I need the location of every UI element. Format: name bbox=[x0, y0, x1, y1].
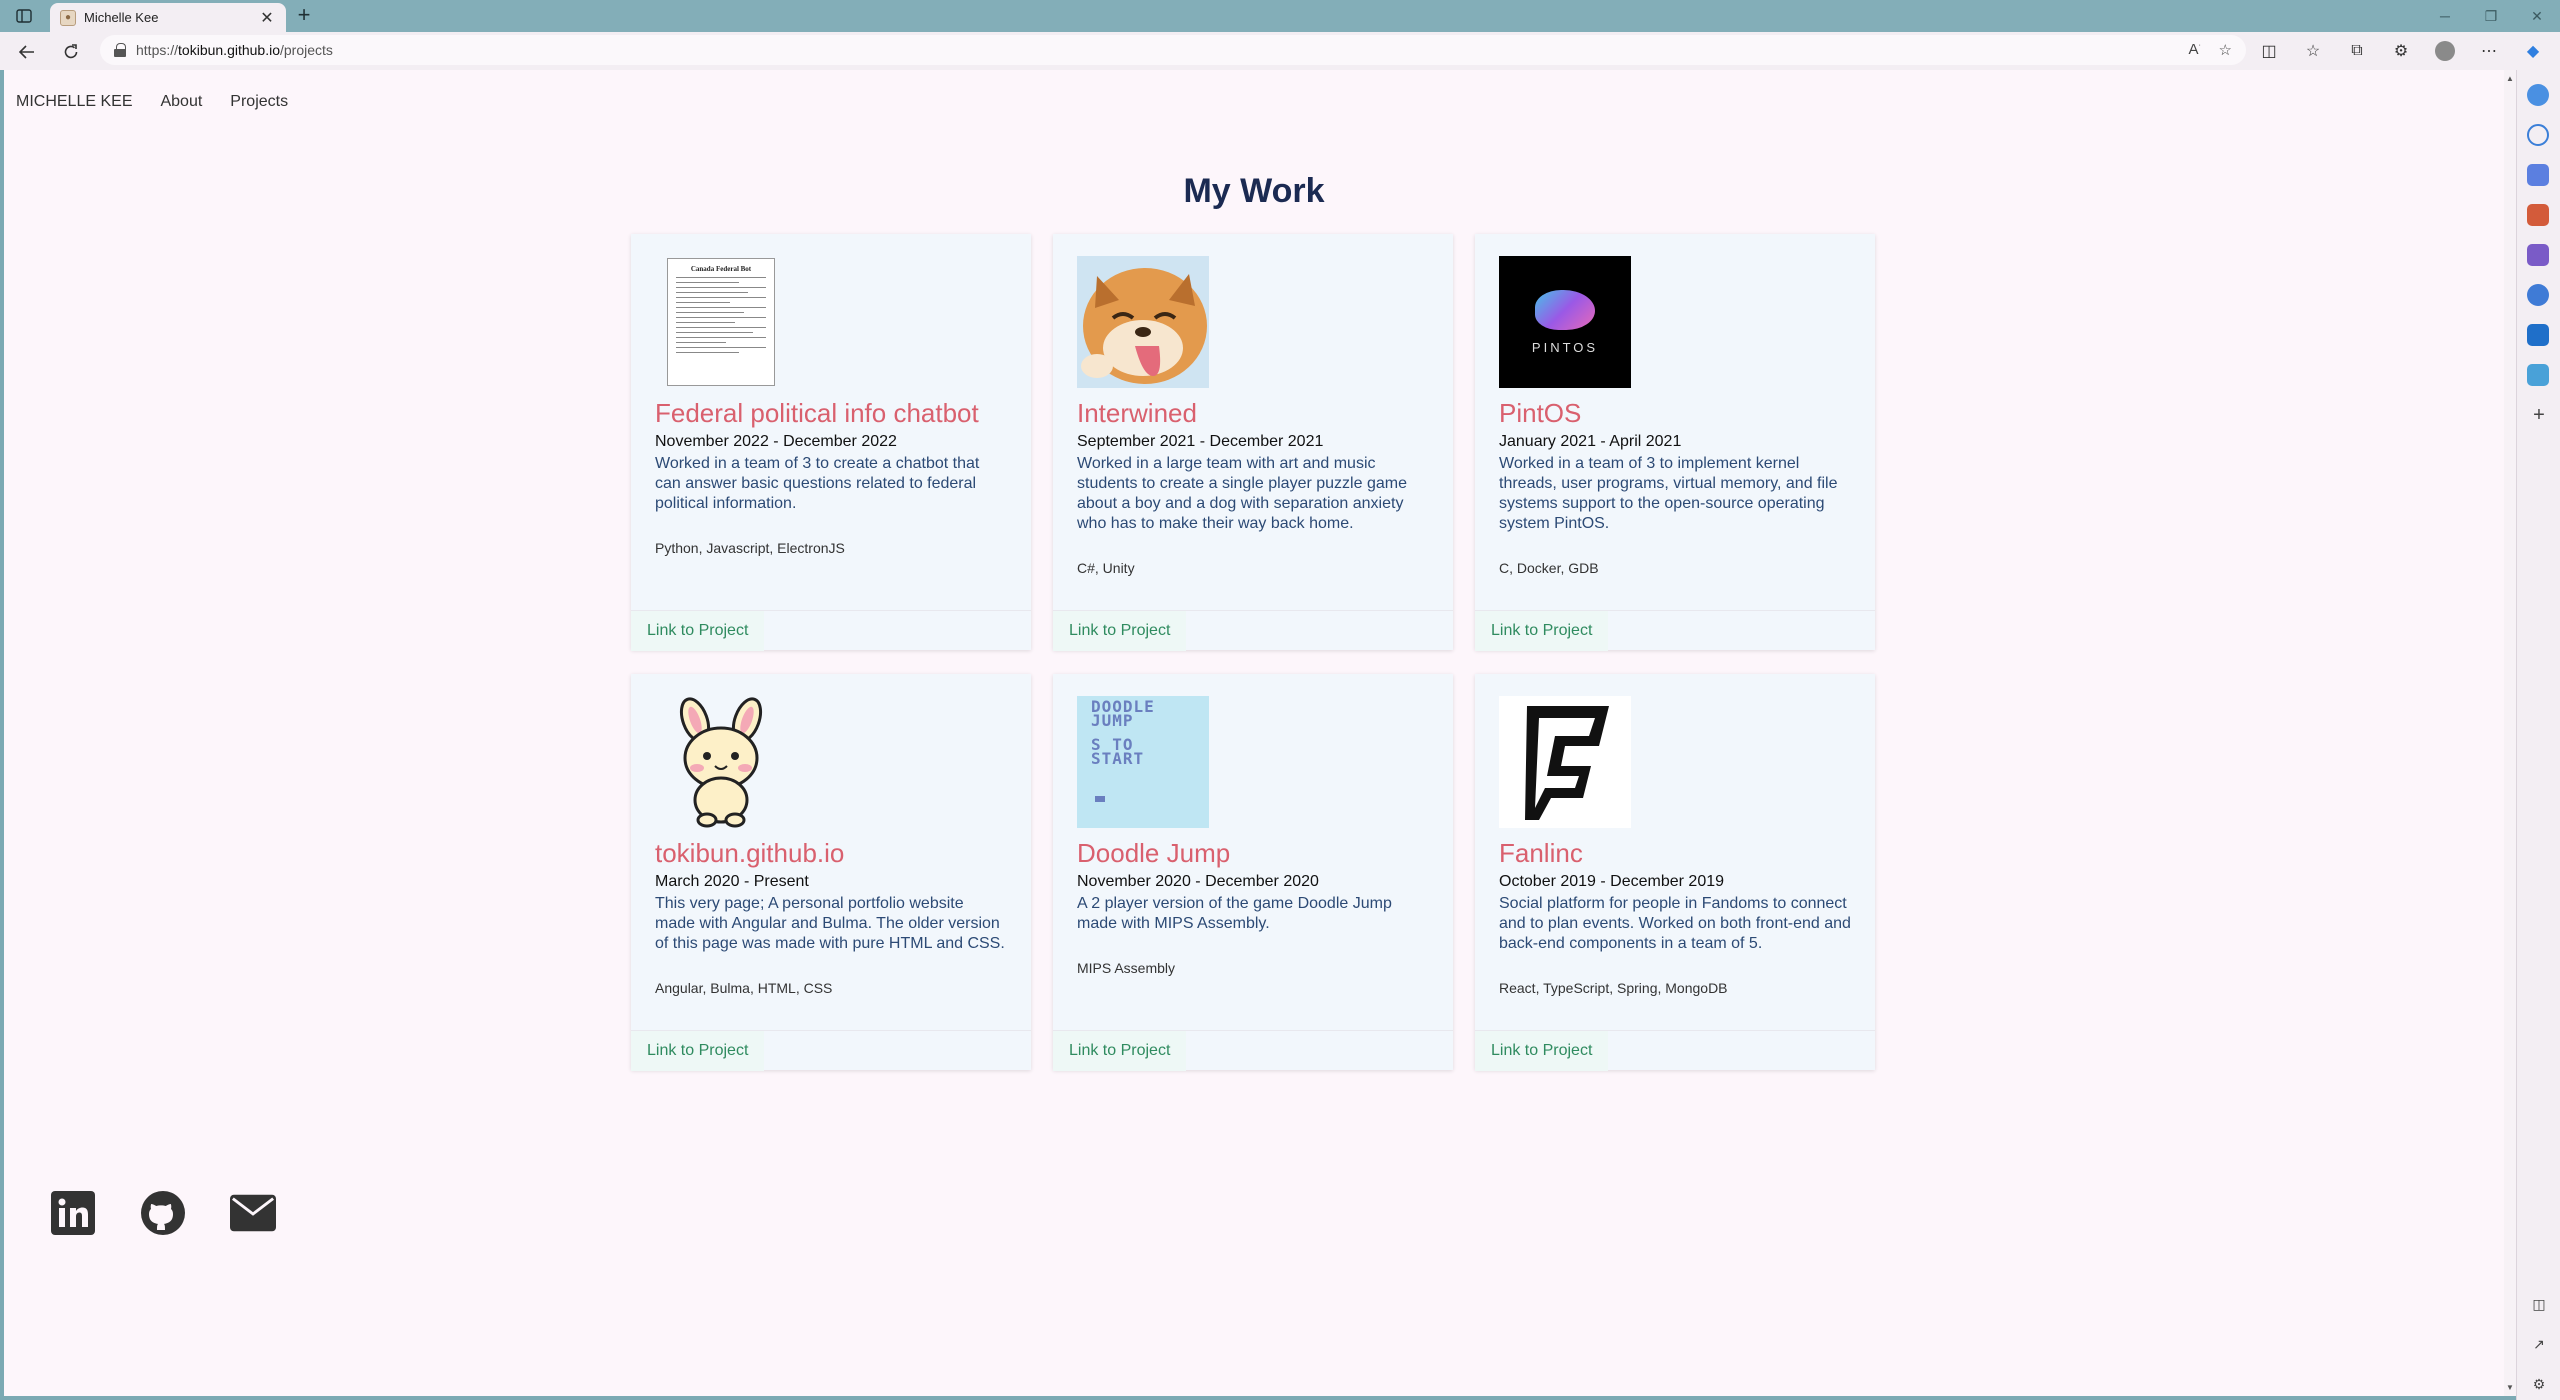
copilot-icon[interactable]: ◆ bbox=[2520, 38, 2546, 64]
minimize-icon[interactable]: ─ bbox=[2422, 0, 2468, 32]
project-thumbnail: Canada Federal Bot bbox=[655, 256, 787, 388]
back-button[interactable] bbox=[14, 39, 40, 65]
project-dates: November 2022 - December 2022 bbox=[655, 433, 897, 450]
nav-brand[interactable]: MICHELLE KEE bbox=[16, 93, 132, 111]
link-to-project[interactable]: Link to Project bbox=[1053, 1030, 1187, 1071]
outlook-icon[interactable] bbox=[2527, 324, 2549, 346]
project-title[interactable]: PintOS bbox=[1499, 398, 1851, 428]
project-tech: React, TypeScript, Spring, MongoDB bbox=[1499, 980, 1728, 996]
open-external-icon[interactable]: ↗ bbox=[2529, 1336, 2549, 1356]
page-viewport: MICHELLE KEE About Projects My Work Cana… bbox=[4, 70, 2504, 1396]
project-dates: October 2019 - December 2019 bbox=[1499, 873, 1725, 890]
github-icon[interactable] bbox=[140, 1190, 186, 1236]
project-dates: November 2020 - December 2020 bbox=[1077, 873, 1319, 890]
project-card: tokibun.github.io March 2020 - Present T… bbox=[631, 674, 1031, 1071]
projects-grid: Canada Federal Bot Federal political inf… bbox=[631, 234, 1881, 1071]
project-description: Worked in a team of 3 to create a chatbo… bbox=[655, 455, 980, 512]
project-tech: C#, Unity bbox=[1077, 560, 1135, 576]
project-title[interactable]: tokibun.github.io bbox=[655, 838, 1007, 868]
doodler-icon bbox=[1095, 796, 1105, 802]
shopping-tag-icon[interactable] bbox=[2527, 164, 2549, 186]
extensions-icon[interactable]: ⚙ bbox=[2388, 38, 2414, 64]
notification-bell-icon[interactable] bbox=[2527, 84, 2549, 106]
project-thumbnail: DOODLE JUMP S TO START bbox=[1077, 696, 1209, 828]
link-to-project[interactable]: Link to Project bbox=[1475, 610, 1609, 651]
site-navbar: MICHELLE KEE About Projects bbox=[4, 70, 2504, 134]
scroll-down-arrow-icon[interactable]: ▼ bbox=[2506, 1383, 2514, 1392]
project-card: DOODLE JUMP S TO START Doodle Jump Novem… bbox=[1053, 674, 1453, 1071]
tab-title: Michelle Kee bbox=[84, 10, 159, 25]
project-thumbnail: PINTOS bbox=[1499, 256, 1631, 388]
project-tech: C, Docker, GDB bbox=[1499, 560, 1599, 576]
collections-icon[interactable]: ⧉ bbox=[2344, 38, 2370, 64]
project-description: Worked in a large team with art and musi… bbox=[1077, 455, 1407, 532]
drop-icon[interactable] bbox=[2527, 364, 2549, 386]
project-description: Worked in a team of 3 to implement kerne… bbox=[1499, 455, 1838, 532]
page-scrollbar[interactable]: ▲ ▼ bbox=[2504, 70, 2516, 1396]
link-to-project[interactable]: Link to Project bbox=[1475, 1030, 1609, 1071]
browser-toolbar: https://tokibun.github.io/projects Aᐧ ☆ … bbox=[0, 32, 2560, 70]
project-thumbnail bbox=[1499, 696, 1631, 828]
scroll-up-arrow-icon[interactable]: ▲ bbox=[2506, 74, 2514, 83]
fanlinc-logo-icon bbox=[1525, 706, 1609, 820]
favorite-star-icon[interactable]: ☆ bbox=[2219, 41, 2232, 59]
project-tech: MIPS Assembly bbox=[1077, 960, 1176, 976]
tools-icon[interactable] bbox=[2527, 204, 2549, 226]
address-bar[interactable]: https://tokibun.github.io/projects Aᐧ ☆ bbox=[100, 35, 2246, 65]
settings-gear-icon[interactable]: ⚙ bbox=[2529, 1376, 2549, 1396]
project-description: Social platform for people in Fandoms to… bbox=[1499, 895, 1851, 952]
nav-projects[interactable]: Projects bbox=[230, 93, 288, 111]
project-thumbnail bbox=[655, 696, 787, 828]
pintos-logo-icon bbox=[1535, 289, 1595, 330]
link-to-project[interactable]: Link to Project bbox=[631, 610, 765, 651]
tab-actions-icon[interactable] bbox=[10, 6, 38, 26]
project-title[interactable]: Interwined bbox=[1077, 398, 1429, 428]
project-tech: Angular, Bulma, HTML, CSS bbox=[655, 980, 833, 996]
restore-icon[interactable]: ❐ bbox=[2468, 0, 2514, 32]
project-dates: January 2021 - April 2021 bbox=[1499, 433, 1682, 450]
search-icon[interactable] bbox=[2527, 124, 2549, 146]
project-dates: September 2021 - December 2021 bbox=[1077, 433, 1324, 450]
read-aloud-icon[interactable]: Aᐧ bbox=[2188, 41, 2200, 59]
url-text: https://tokibun.github.io/projects bbox=[136, 42, 333, 58]
favorites-icon[interactable]: ☆ bbox=[2300, 38, 2326, 64]
split-screen-icon[interactable]: ◫ bbox=[2256, 38, 2282, 64]
refresh-button[interactable] bbox=[58, 39, 84, 65]
browser-sidebar: + ◫ ↗ ⚙ bbox=[2516, 70, 2560, 1400]
project-dates: March 2020 - Present bbox=[655, 873, 809, 890]
tab-bar: ● Michelle Kee ✕ + ─ ❐ ✕ bbox=[0, 0, 2560, 32]
project-description: This very page; A personal portfolio web… bbox=[655, 895, 1005, 952]
microsoft-365-icon[interactable] bbox=[2527, 284, 2549, 306]
project-title[interactable]: Doodle Jump bbox=[1077, 838, 1429, 868]
project-card: Canada Federal Bot Federal political inf… bbox=[631, 234, 1031, 651]
window-controls: ─ ❐ ✕ bbox=[2422, 0, 2560, 32]
project-card: Interwined September 2021 - December 202… bbox=[1053, 234, 1453, 651]
link-to-project[interactable]: Link to Project bbox=[631, 1030, 765, 1071]
social-links bbox=[50, 1190, 276, 1236]
project-title[interactable]: Fanlinc bbox=[1499, 838, 1851, 868]
add-sidebar-app-icon[interactable]: + bbox=[2529, 405, 2549, 425]
project-description: A 2 player version of the game Doodle Ju… bbox=[1077, 895, 1392, 932]
new-tab-button[interactable]: + bbox=[292, 4, 316, 28]
project-card: Fanlinc October 2019 - December 2019 Soc… bbox=[1475, 674, 1875, 1071]
close-window-icon[interactable]: ✕ bbox=[2514, 0, 2560, 32]
games-icon[interactable] bbox=[2527, 244, 2549, 266]
link-to-project[interactable]: Link to Project bbox=[1053, 610, 1187, 651]
close-tab-icon[interactable]: ✕ bbox=[258, 8, 276, 28]
project-tech: Python, Javascript, ElectronJS bbox=[655, 540, 845, 556]
page-title: My Work bbox=[1183, 172, 1325, 210]
project-title[interactable]: Federal political info chatbot bbox=[655, 398, 1007, 428]
more-menu-icon[interactable]: ⋯ bbox=[2476, 38, 2502, 64]
linkedin-icon[interactable] bbox=[50, 1190, 96, 1236]
lock-icon[interactable] bbox=[114, 43, 126, 57]
browser-tab[interactable]: ● Michelle Kee ✕ bbox=[50, 3, 286, 32]
project-card: PINTOS PintOS January 2021 - April 2021 … bbox=[1475, 234, 1875, 651]
mail-icon[interactable] bbox=[230, 1190, 276, 1236]
favicon-icon: ● bbox=[60, 9, 76, 26]
project-thumbnail bbox=[1077, 256, 1209, 388]
profile-icon[interactable] bbox=[2432, 38, 2458, 64]
nav-about[interactable]: About bbox=[160, 93, 202, 111]
sidebar-layout-icon[interactable]: ◫ bbox=[2529, 1296, 2549, 1316]
